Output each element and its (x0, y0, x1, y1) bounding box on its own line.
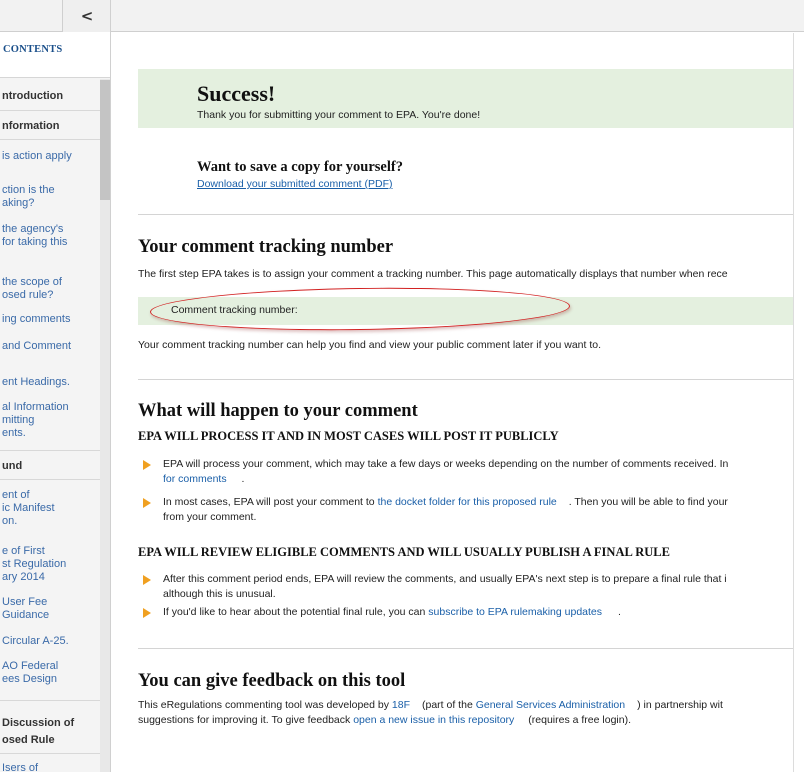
toc-divider (0, 753, 100, 754)
process-bullet-1-line2: for comments . (163, 473, 244, 485)
top-bar (111, 0, 804, 32)
toc-item[interactable]: on. (0, 515, 100, 527)
bullet-4-post: . (618, 606, 621, 618)
feedback-l2-pre: suggestions for improving it. To give fe… (138, 714, 354, 726)
highlight-annotation-ellipse (149, 285, 571, 333)
bullet-arrow-icon (143, 460, 151, 470)
toc-item[interactable]: nformation (0, 120, 100, 132)
process-subheading: EPA WILL PROCESS IT AND IN MOST CASES WI… (138, 429, 559, 443)
toc-scrollbar-thumb[interactable] (100, 80, 110, 200)
happen-heading: What will happen to your comment (138, 401, 418, 421)
toc-divider (0, 139, 100, 140)
toc-item[interactable]: osed rule? (0, 289, 100, 301)
toc-item[interactable]: Discussion of (0, 717, 100, 729)
toc-item[interactable]: User Fee (0, 596, 100, 608)
toc-item[interactable]: ary 2014 (0, 571, 100, 583)
feedback-heading: You can give feedback on this tool (138, 671, 406, 691)
toc-item[interactable]: st Regulation (0, 558, 100, 570)
toc-item[interactable]: the scope of (0, 276, 100, 288)
toc-item[interactable]: ees Design (0, 673, 100, 685)
toc-item[interactable]: ent of (0, 489, 100, 501)
success-message: Thank you for submitting your comment to… (197, 109, 481, 121)
bullet-4-pre: If you'd like to hear about the potentia… (163, 606, 429, 618)
review-bullet-1: After this comment period ends, EPA will… (163, 573, 727, 585)
toc-item[interactable]: AO Federal (0, 660, 100, 672)
toc-divider (0, 110, 100, 111)
bullet-arrow-icon (143, 498, 151, 508)
toc-item[interactable]: and Comment (0, 340, 100, 352)
toc-item[interactable]: e of First (0, 545, 100, 557)
table-of-contents-sidebar: < CONTENTS ntroduction nformation is act… (0, 0, 111, 772)
toc-item[interactable]: mitting (0, 414, 100, 426)
process-bullet-1-end: . (241, 473, 245, 485)
feedback-l1-pre: This eRegulations commenting tool was de… (138, 699, 392, 711)
contents-label: CONTENTS (3, 44, 63, 55)
process-bullet-2: In most cases, EPA will post your commen… (163, 496, 728, 508)
for-comments-link[interactable]: for comments (163, 473, 227, 485)
tracking-intro: The first step EPA takes is to assign yo… (138, 268, 728, 280)
toc-item[interactable]: ent Headings. (0, 376, 100, 388)
process-bullet-2-line2: from your comment. (163, 511, 257, 523)
toc-item[interactable]: ents. (0, 427, 100, 439)
toc-item[interactable]: ic Manifest (0, 502, 100, 514)
open-issue-link[interactable]: open a new issue in this repository (353, 714, 514, 726)
tracking-heading: Your comment tracking number (138, 237, 394, 257)
toc-item[interactable]: Guidance (0, 609, 100, 621)
feedback-l1-mid: (part of the (422, 699, 476, 711)
review-subheading: EPA WILL REVIEW ELIGIBLE COMMENTS AND WI… (138, 545, 670, 559)
main-content: Success! Thank you for submitting your c… (111, 33, 793, 772)
toc-item[interactable]: for taking this (0, 236, 100, 248)
collapse-sidebar-button[interactable]: < (62, 0, 110, 32)
toc-item[interactable]: aking? (0, 197, 100, 209)
review-bullet-1-line2: although this is unusual. (163, 588, 276, 600)
section-divider (138, 379, 793, 380)
toc-item[interactable]: al Information (0, 401, 100, 413)
section-divider (138, 214, 793, 215)
toc-divider (0, 450, 100, 451)
review-bullet-2: If you'd like to hear about the potentia… (163, 606, 621, 618)
success-title: Success! (197, 81, 276, 106)
toc-item[interactable]: ing comments (0, 313, 100, 325)
18f-link[interactable]: 18F (392, 699, 410, 711)
contents-header: CONTENTS (0, 32, 110, 78)
bullet-2-post: . Then you will be able to find your (568, 496, 728, 508)
feedback-line-2: suggestions for improving it. To give fe… (138, 714, 631, 726)
download-comment-pdf-link[interactable]: Download your submitted comment (PDF) (197, 178, 393, 190)
feedback-l2-post: (requires a free login). (528, 714, 631, 726)
feedback-l1-post: ) in partnership wit (637, 699, 723, 711)
subscribe-updates-link[interactable]: subscribe to EPA rulemaking updates (428, 606, 602, 618)
bullet-arrow-icon (143, 575, 151, 585)
docket-folder-link[interactable]: the docket folder for this proposed rule (378, 496, 557, 508)
toc-item[interactable]: is action apply (0, 150, 100, 162)
toc-item[interactable]: Circular A-25. (0, 635, 100, 647)
process-bullet-1: EPA will process your comment, which may… (163, 458, 729, 470)
bullet-arrow-icon (143, 608, 151, 618)
toc-item[interactable]: Isers of (0, 762, 100, 772)
tracking-note: Your comment tracking number can help yo… (138, 339, 602, 351)
toc-item[interactable]: osed Rule (0, 734, 100, 746)
bullet-2-pre: In most cases, EPA will post your commen… (163, 496, 378, 508)
feedback-line-1: This eRegulations commenting tool was de… (138, 699, 723, 711)
gsa-link[interactable]: General Services Administration (476, 699, 625, 711)
toc-item[interactable]: ction is the (0, 184, 100, 196)
toc-item[interactable]: the agency's (0, 223, 100, 235)
toc-divider (0, 479, 100, 480)
chevron-left-icon: < (80, 7, 94, 25)
toc-item[interactable]: und (0, 460, 100, 472)
toc-item[interactable]: ntroduction (0, 90, 100, 102)
save-copy-heading: Want to save a copy for yourself? (197, 159, 403, 175)
toc-divider (0, 700, 100, 701)
section-divider (138, 648, 793, 649)
content-right-border (793, 33, 794, 772)
